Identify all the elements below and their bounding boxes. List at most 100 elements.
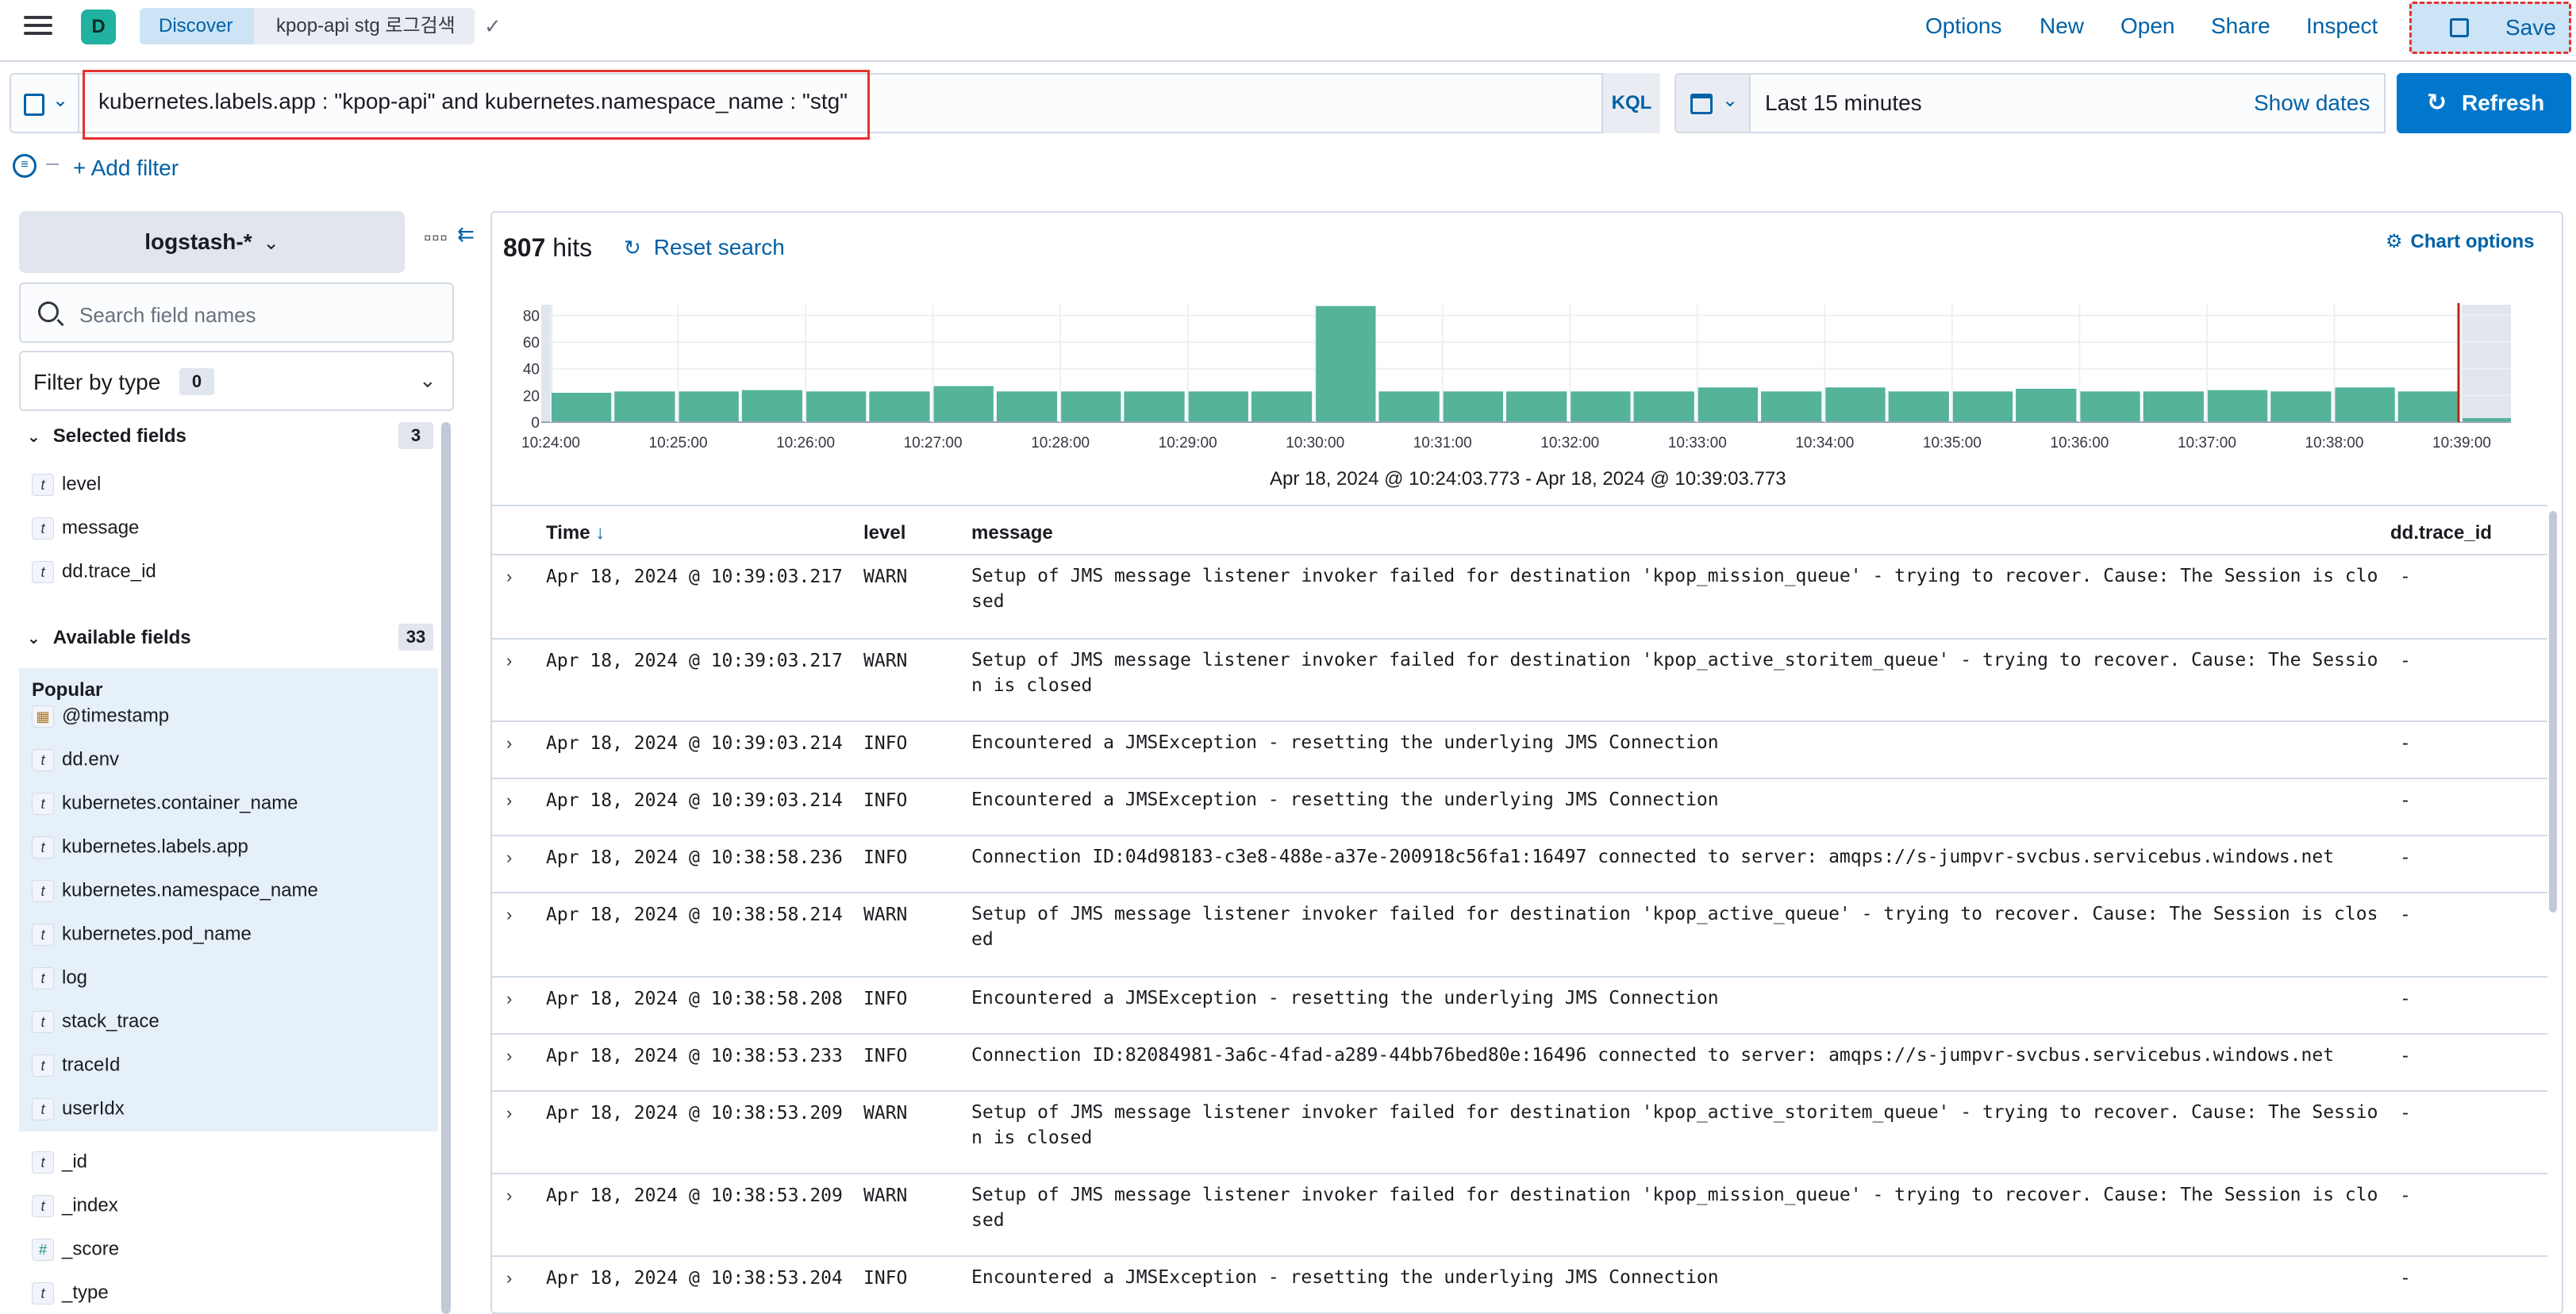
inspect-menu[interactable]: Inspect bbox=[2306, 0, 2378, 52]
field-item[interactable]: t message bbox=[32, 517, 139, 551]
expand-row-icon[interactable]: › bbox=[506, 567, 512, 587]
table-row[interactable]: › Apr 18, 2024 @ 10:38:58.214 WARN Setup of… bbox=[492, 893, 2547, 978]
field-item[interactable]: t _index bbox=[32, 1194, 118, 1229]
field-item[interactable]: t kubernetes.labels.app bbox=[32, 836, 248, 870]
field-item[interactable]: t userIdx bbox=[32, 1097, 125, 1132]
show-dates-link[interactable]: Show dates bbox=[2254, 90, 2370, 116]
breadcrumb-discover[interactable]: Discover bbox=[140, 8, 267, 44]
field-item[interactable]: t stack_trace bbox=[32, 1010, 160, 1045]
options-menu[interactable]: Options bbox=[1925, 0, 2002, 52]
query-text[interactable]: kubernetes.labels.app : "kpop-api" and k… bbox=[98, 89, 848, 114]
menu-icon[interactable] bbox=[21, 11, 56, 43]
selected-fields-toggle[interactable]: ⌄ Selected fields bbox=[27, 425, 186, 448]
field-item[interactable]: t dd.trace_id bbox=[32, 560, 156, 595]
field-item[interactable]: t dd.env bbox=[32, 748, 119, 783]
x-tick-label: 10:35:00 bbox=[1923, 435, 1982, 451]
add-filter-button[interactable]: + Add filter bbox=[73, 156, 179, 181]
date-range-text[interactable]: Last 15 minutes bbox=[1765, 90, 1922, 116]
table-row[interactable]: › Apr 18, 2024 @ 10:39:03.217 WARN Setup of… bbox=[492, 640, 2547, 722]
expand-row-icon[interactable]: › bbox=[506, 847, 512, 868]
expand-row-icon[interactable]: › bbox=[506, 651, 512, 671]
table-row[interactable]: › Apr 18, 2024 @ 10:39:03.214 INFO Encounte… bbox=[492, 722, 2547, 779]
field-item[interactable]: t kubernetes.pod_name bbox=[32, 923, 252, 958]
chevron-down-icon: ⌄ bbox=[1722, 90, 1739, 111]
expand-row-icon[interactable]: › bbox=[506, 1185, 512, 1206]
filter-by-type-toggle[interactable]: Filter by type 0 ⌄ bbox=[19, 351, 454, 411]
chart-options-button[interactable]: ⚙ Chart options bbox=[2386, 230, 2535, 253]
table-row[interactable]: › Apr 18, 2024 @ 10:38:58.236 INFO Connecti… bbox=[492, 836, 2547, 893]
table-row[interactable]: › Apr 18, 2024 @ 10:38:53.209 WARN Setup of… bbox=[492, 1092, 2547, 1174]
more-options-icon[interactable]: ▫▫▫ bbox=[424, 225, 448, 250]
cell-time: Apr 18, 2024 @ 10:38:58.214 bbox=[546, 905, 843, 925]
table-scrollbar[interactable] bbox=[2549, 511, 2557, 912]
share-menu[interactable]: Share bbox=[2211, 0, 2270, 52]
field-item[interactable]: t level bbox=[32, 473, 101, 508]
field-item[interactable]: t traceId bbox=[32, 1054, 120, 1089]
string-type-icon: t bbox=[32, 792, 54, 815]
filter-options-icon[interactable]: ≡ bbox=[13, 154, 37, 178]
field-item[interactable]: # _score bbox=[32, 1238, 119, 1273]
table-row[interactable]: › Apr 18, 2024 @ 10:38:53.204 INFO Encounte… bbox=[492, 1257, 2547, 1314]
histogram-bar bbox=[869, 391, 930, 422]
index-pattern-picker[interactable]: logstash-* ⌄ bbox=[19, 211, 405, 273]
expand-row-icon[interactable]: › bbox=[506, 733, 512, 754]
quick-date-menu[interactable]: ⌄ bbox=[1674, 73, 1751, 133]
x-tick-label: 10:31:00 bbox=[1413, 435, 1472, 451]
histogram-bar bbox=[741, 390, 803, 422]
column-time[interactable]: Time ↓ bbox=[546, 522, 605, 544]
selected-fields-title: Selected fields bbox=[52, 425, 186, 447]
cell-message: Encountered a JMSException - resetting t… bbox=[971, 988, 1719, 1009]
cell-time: Apr 18, 2024 @ 10:39:03.214 bbox=[546, 733, 843, 754]
expand-row-icon[interactable]: › bbox=[506, 1268, 512, 1289]
field-item[interactable]: ▦ @timestamp bbox=[32, 705, 169, 740]
space-avatar[interactable]: D bbox=[81, 10, 116, 44]
expand-row-icon[interactable]: › bbox=[506, 790, 512, 811]
x-tick-label: 10:32:00 bbox=[1540, 435, 1599, 451]
cell-message: Connection ID:04d98183-c3e8-488e-a37e-20… bbox=[971, 847, 2335, 867]
caret-down-icon: ⌄ bbox=[27, 630, 40, 647]
table-row[interactable]: › Apr 18, 2024 @ 10:38:53.233 INFO Connecti… bbox=[492, 1035, 2547, 1092]
expand-row-icon[interactable]: › bbox=[506, 989, 512, 1009]
x-tick-label: 10:37:00 bbox=[2178, 435, 2236, 451]
cell-time: Apr 18, 2024 @ 10:39:03.214 bbox=[546, 790, 843, 811]
histogram-bar bbox=[1187, 391, 1248, 422]
sort-down-icon[interactable]: ↓ bbox=[595, 522, 605, 544]
new-menu[interactable]: New bbox=[2040, 0, 2084, 52]
reset-search-button[interactable]: ↻ Reset search bbox=[624, 235, 785, 260]
field-item[interactable]: t kubernetes.container_name bbox=[32, 792, 298, 827]
field-search-input[interactable]: Search field names bbox=[19, 282, 454, 343]
cell-level: INFO bbox=[863, 989, 908, 1009]
field-item[interactable]: t kubernetes.namespace_name bbox=[32, 879, 318, 914]
refresh-button[interactable]: ↻ Refresh bbox=[2397, 73, 2571, 133]
field-item[interactable]: t log bbox=[32, 966, 87, 1001]
field-item[interactable]: t _type bbox=[32, 1281, 109, 1314]
field-name: kubernetes.labels.app bbox=[62, 836, 248, 858]
column-trace-id[interactable]: dd.trace_id bbox=[2390, 522, 2492, 544]
available-fields-toggle[interactable]: ⌄ Available fields bbox=[27, 627, 191, 649]
column-message[interactable]: message bbox=[971, 522, 1053, 544]
table-row[interactable]: › Apr 18, 2024 @ 10:39:03.214 INFO Encounte… bbox=[492, 779, 2547, 836]
field-item[interactable]: t _id bbox=[32, 1151, 87, 1185]
histogram-bar bbox=[1761, 391, 1822, 422]
query-language-button[interactable]: KQL bbox=[1601, 73, 1660, 133]
histogram-chart[interactable]: 0 20 40 60 80 10:24:00 10:25:00 10:26:00 10:27:0… bbox=[500, 294, 2532, 492]
time-range-label: Apr 18, 2024 @ 10:24:03.773 - Apr 18, 20… bbox=[1270, 468, 1786, 490]
sidebar-scrollbar[interactable] bbox=[441, 422, 451, 1314]
table-row[interactable]: › Apr 18, 2024 @ 10:38:58.208 INFO Encounte… bbox=[492, 978, 2547, 1035]
cell-trace-id: - bbox=[2400, 1185, 2411, 1206]
expand-row-icon[interactable]: › bbox=[506, 1046, 512, 1066]
histogram-bar bbox=[996, 391, 1058, 422]
expand-row-icon[interactable]: › bbox=[506, 905, 512, 925]
column-level[interactable]: level bbox=[863, 522, 905, 544]
table-row[interactable]: › Apr 18, 2024 @ 10:38:53.209 WARN Setup of… bbox=[492, 1174, 2547, 1257]
saved-query-menu[interactable]: ⌄ bbox=[10, 73, 79, 133]
cell-trace-id: - bbox=[2400, 989, 2411, 1009]
cell-level: WARN bbox=[863, 1103, 908, 1124]
reset-icon: ↻ bbox=[624, 236, 641, 259]
table-row[interactable]: › Apr 18, 2024 @ 10:39:03.217 WARN Setup of… bbox=[492, 555, 2547, 640]
open-menu[interactable]: Open bbox=[2120, 0, 2175, 52]
collapse-sidebar-icon[interactable]: ⇇ bbox=[457, 222, 475, 247]
histogram-bar bbox=[2397, 391, 2459, 422]
save-button[interactable]: Save bbox=[2409, 2, 2571, 54]
expand-row-icon[interactable]: › bbox=[506, 1103, 512, 1124]
